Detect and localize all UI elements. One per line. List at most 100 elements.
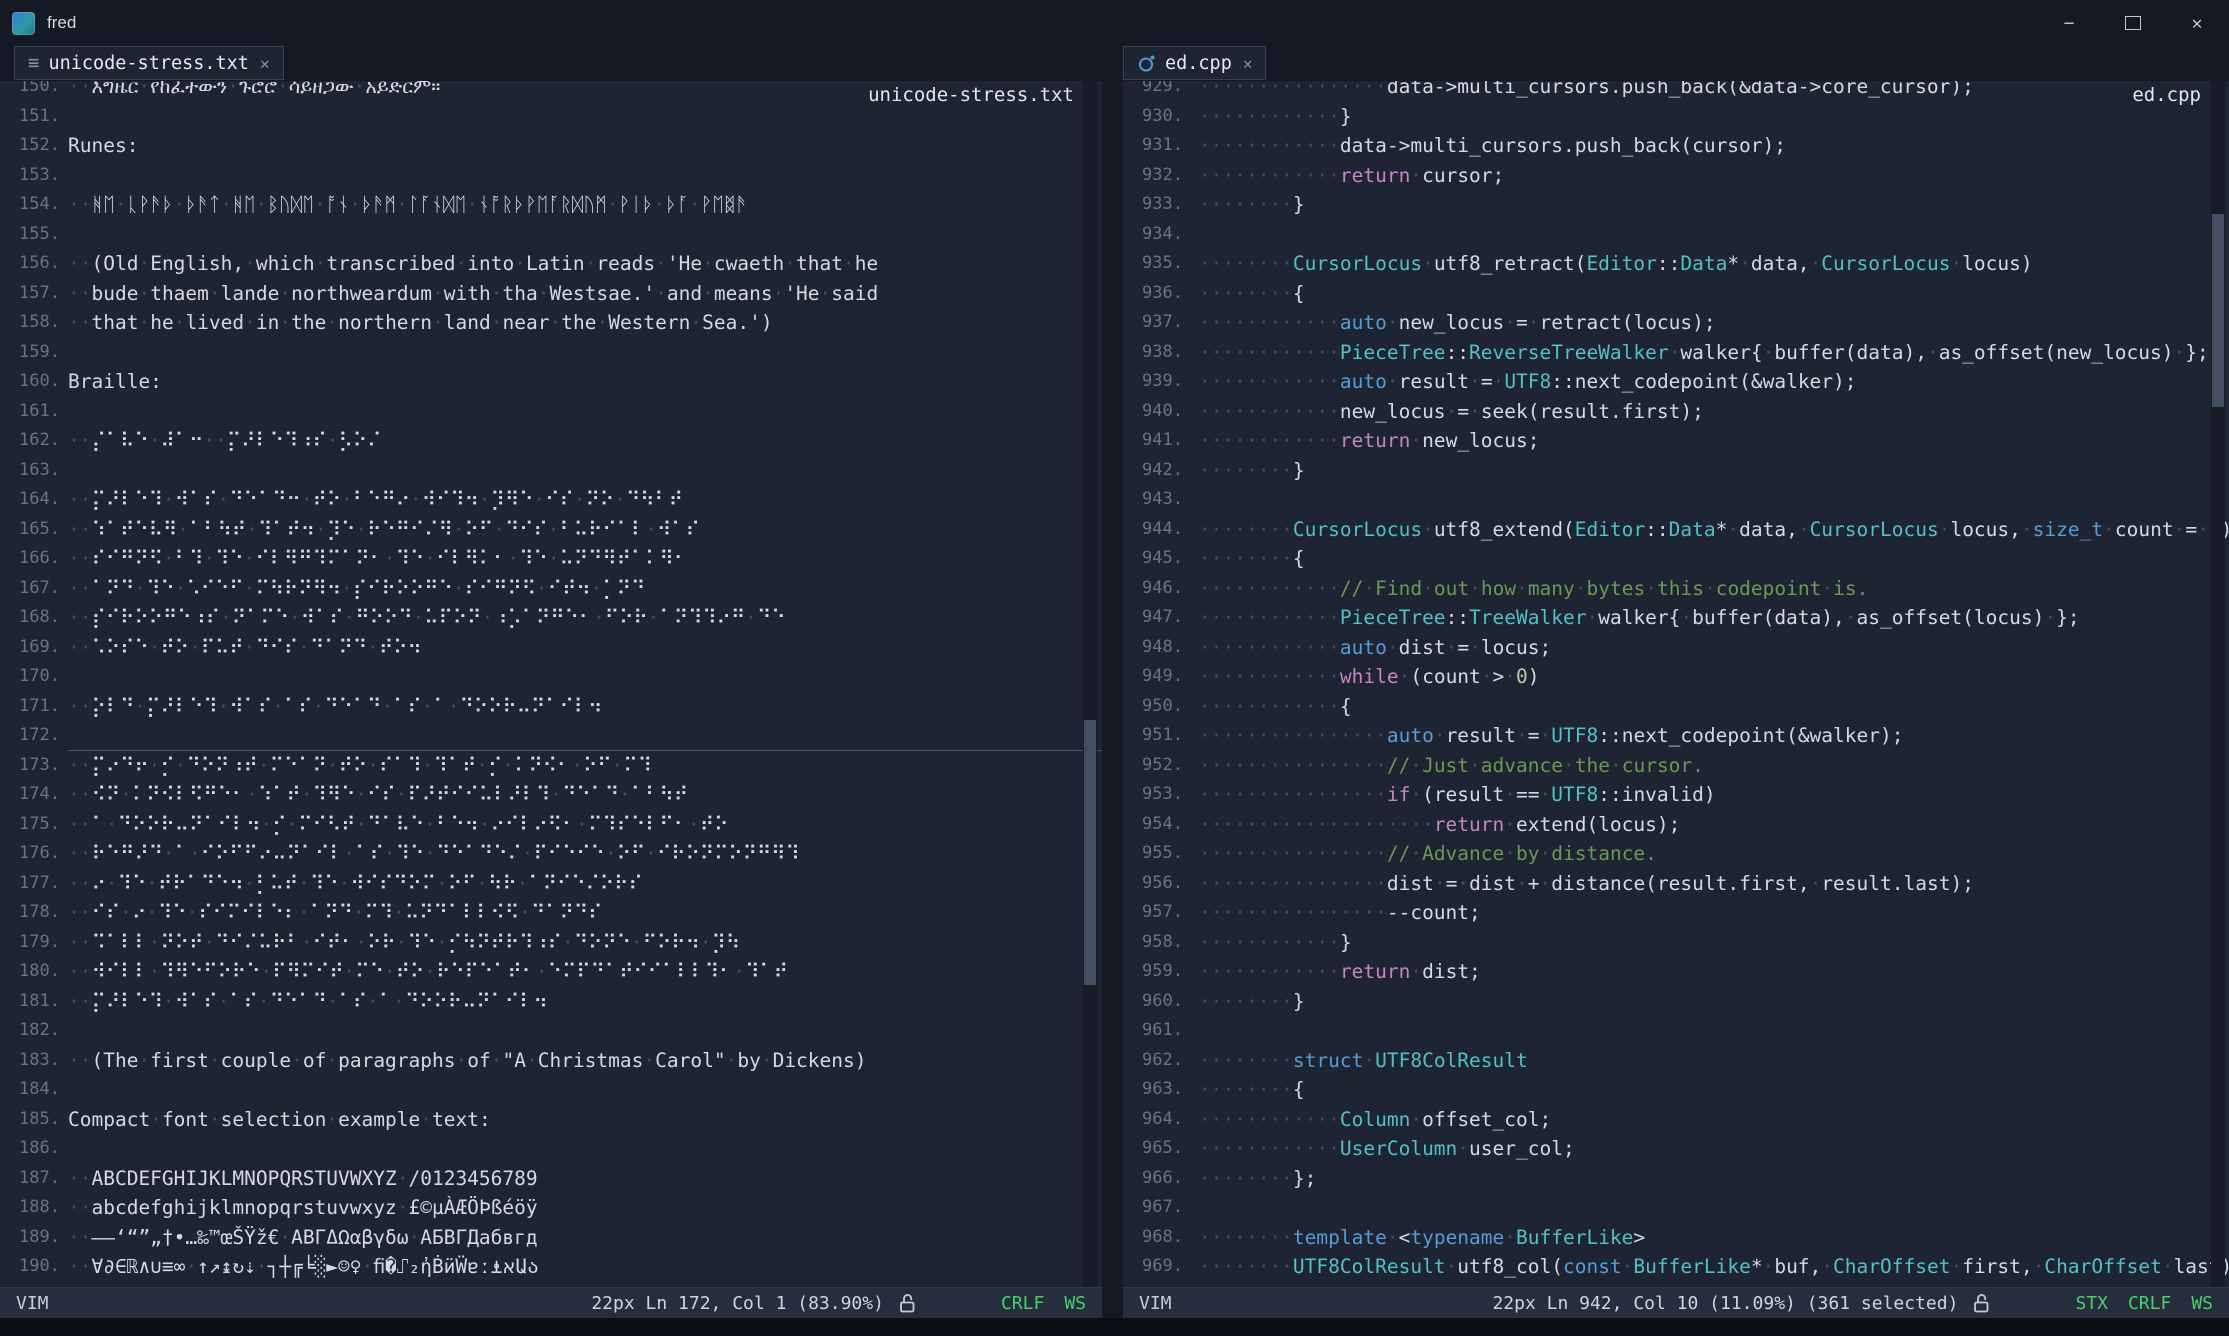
code-line[interactable]: 948.············auto·dist·=·locus; xyxy=(1123,633,2229,663)
left-editor-area[interactable]: 150.··እግዜር·የከፈተውን·ጉሮሮ·ሳይዘጋው·አይድርም።151.15… xyxy=(0,81,1102,1287)
right-scrollbar-thumb[interactable] xyxy=(2212,214,2224,407)
code-line[interactable]: 952.················//·Just·advance·the·… xyxy=(1123,751,2229,781)
code-line[interactable]: 169.··⠡⠕⠎⠑·⠞⠕·⠏⠥⠞·⠙⠊⠎·⠙⠁⠝⠙·⠞⠕⠲ xyxy=(0,633,1102,663)
code-line[interactable]: 941.············return·new_locus; xyxy=(1123,426,2229,456)
code-line[interactable]: 964.············Column·offset_col; xyxy=(1123,1105,2229,1135)
code-line[interactable]: 953.················if·(result·==·UTF8::… xyxy=(1123,780,2229,810)
maximize-button[interactable] xyxy=(2101,0,2165,46)
code-line[interactable]: 966.········}; xyxy=(1123,1164,2229,1194)
code-line[interactable]: 950.············{ xyxy=(1123,692,2229,722)
tab-ed-cpp[interactable]: ed.cpp ✕ xyxy=(1123,46,1266,80)
right-editor-area[interactable]: 929.················data->multi_cursors.… xyxy=(1123,81,2229,1287)
code-line[interactable]: 154.··ᚻᛖ·ᚳᚹᚫᚦ·ᚦᚫᛏ·ᚻᛖ·ᛒᚢᛞᛖ·ᚩᚾ·ᚦᚫᛗ·ᛚᚪᚾᛞᛖ·ᚾ… xyxy=(0,190,1102,220)
minimize-button[interactable]: − xyxy=(2037,0,2101,46)
code-line[interactable]: 160.Braille: xyxy=(0,367,1102,397)
code-line[interactable]: 155. xyxy=(0,220,1102,250)
code-line[interactable]: 187.··ABCDEFGHIJKLMNOPQRSTUVWXYZ·/012345… xyxy=(0,1164,1102,1194)
unlocked-icon[interactable] xyxy=(898,1293,917,1314)
code-line[interactable]: 157.··bude·thaem·lande·northweardum·with… xyxy=(0,279,1102,309)
code-line[interactable]: 166.··⠎⠊⠛⠝⠫·⠃⠹·⠹⠑·⠊⠇⠻⠛⠹⠍⠁⠝⠂·⠹⠑·⠊⠇⠻⠅⠂·⠹⠑·… xyxy=(0,544,1102,574)
code-line[interactable]: 164.··⡍⠜⠇⠑⠹·⠺⠁⠎·⠙⠑⠁⠙⠒·⠞⠕·⠃⠑⠛⠔·⠺⠊⠹⠲·⡹⠻⠑·⠊… xyxy=(0,485,1102,515)
code-line[interactable]: 153. xyxy=(0,161,1102,191)
code-line[interactable]: 930.············} xyxy=(1123,102,2229,132)
code-line[interactable]: 189.··–—‘“”„†•…‰™œŠŸž€·ΑΒΓΔΩαβγδω·АБВГДа… xyxy=(0,1223,1102,1253)
code-line[interactable]: 183.··(The·first·couple·of·paragraphs·of… xyxy=(0,1046,1102,1076)
code-line[interactable]: 931.············data->multi_cursors.push… xyxy=(1123,131,2229,161)
code-line[interactable]: 943. xyxy=(1123,485,2229,515)
code-line[interactable]: 945.········{ xyxy=(1123,544,2229,574)
code-line[interactable]: 949.············while·(count·>·0) xyxy=(1123,662,2229,692)
code-line[interactable]: 929.················data->multi_cursors.… xyxy=(1123,81,2229,102)
code-line[interactable]: 175.··⠁·⠙⠕⠕⠗⠤⠝⠁⠊⠇⠲·⡊·⠍⠊⠣⠞·⠙⠁⠧⠑·⠃⠑⠲·⠔⠊⠇⠔⠫… xyxy=(0,810,1102,840)
close-button[interactable]: ✕ xyxy=(2165,0,2229,46)
code-line[interactable]: 186. xyxy=(0,1134,1102,1164)
code-line[interactable]: 937.············auto·new_locus·=·retract… xyxy=(1123,308,2229,338)
code-line[interactable]: 188.··abcdefghijklmnopqrstuvwxyz·£©µÀÆÖÞ… xyxy=(0,1193,1102,1223)
code-line[interactable]: 958.············} xyxy=(1123,928,2229,958)
code-line[interactable]: 965.············UserColumn·user_col; xyxy=(1123,1134,2229,1164)
code-line[interactable]: 954.····················return·extend(lo… xyxy=(1123,810,2229,840)
code-line[interactable]: 940.············new_locus·=·seek(result.… xyxy=(1123,397,2229,427)
code-line[interactable]: 936.········{ xyxy=(1123,279,2229,309)
code-line[interactable]: 181.··⡍⠜⠇⠑⠹·⠺⠁⠎·⠁⠎·⠙⠑⠁⠙·⠁⠎·⠁·⠙⠕⠕⠗⠤⠝⠁⠊⠇⠲ xyxy=(0,987,1102,1017)
code-line[interactable]: 944.········CursorLocus·utf8_extend(Edit… xyxy=(1123,515,2229,545)
code-line[interactable]: 957.················--count; xyxy=(1123,898,2229,928)
code-line[interactable]: 161. xyxy=(0,397,1102,427)
left-scrollbar-thumb[interactable] xyxy=(1084,720,1096,985)
code-line[interactable]: 934. xyxy=(1123,220,2229,250)
code-line[interactable]: 955.················//·Advance·by·distan… xyxy=(1123,839,2229,869)
code-line[interactable]: 178.··⠊⠎·⠔·⠹⠑·⠎⠊⠍⠊⠇⠑⠆·⠁⠝⠙·⠍⠹·⠥⠝⠙⠁⠇⠇⠪⠫·⠙⠁… xyxy=(0,898,1102,928)
code-line[interactable]: 156.··(Old·English,·which·transcribed·in… xyxy=(0,249,1102,279)
code-line[interactable]: 170. xyxy=(0,662,1102,692)
code-line[interactable]: 180.··⠺⠊⠇⠇·⠹⠻⠑⠋⠕⠗⠑·⠏⠻⠍⠊⠞·⠍⠑·⠞⠕·⠗⠑⠏⠑⠁⠞⠂·⠑… xyxy=(0,957,1102,987)
code-line[interactable]: 942.········} xyxy=(1123,456,2229,486)
code-line[interactable]: 165.··⠱⠁⠞⠑⠧⠻·⠁⠃⠳⠞·⠹⠁⠞⠲·⡹⠑·⠗⠑⠛⠊⠌⠻·⠕⠋·⠙⠊⠎·… xyxy=(0,515,1102,545)
line-text: ············//·Find·out·how·many·bytes·t… xyxy=(1199,574,2229,604)
code-line[interactable]: 967. xyxy=(1123,1193,2229,1223)
right-scrollbar[interactable] xyxy=(2211,81,2225,1287)
line-text xyxy=(1199,1193,2229,1223)
code-line[interactable]: 174.··⠪⠝·⠅⠝⠪⠇⠫⠛⠑⠂·⠱⠁⠞·⠹⠻⠑·⠊⠎·⠏⠜⠞⠊⠊⠥⠇⠜⠇⠹·… xyxy=(0,780,1102,810)
code-line[interactable]: 968.········template·<typename·BufferLik… xyxy=(1123,1223,2229,1253)
code-line[interactable]: 947.············PieceTree::TreeWalker·wa… xyxy=(1123,603,2229,633)
code-line[interactable]: 961. xyxy=(1123,1016,2229,1046)
code-line[interactable]: 163. xyxy=(0,456,1102,486)
left-scrollbar[interactable] xyxy=(1083,81,1097,1287)
code-line[interactable]: 935.········CursorLocus·utf8_retract(Edi… xyxy=(1123,249,2229,279)
code-line[interactable]: 182. xyxy=(0,1016,1102,1046)
code-line[interactable]: 171.··⡕⠇⠙·⡍⠜⠇⠑⠹·⠺⠁⠎·⠁⠎·⠙⠑⠁⠙·⠁⠎·⠁·⠙⠕⠕⠗⠤⠝⠁… xyxy=(0,692,1102,722)
code-line[interactable]: 167.··⠁⠝⠙·⠹⠑·⠡⠊⠑⠋·⠍⠳⠗⠝⠻⠲·⡎⠊⠗⠕⠕⠛⠑·⠎⠊⠛⠝⠫·⠊… xyxy=(0,574,1102,604)
code-line[interactable]: 158.··that·he·lived·in·the·northern·land… xyxy=(0,308,1102,338)
line-number: 967. xyxy=(1137,1193,1183,1223)
code-line[interactable]: 177.··⠔·⠹⠑·⠞⠗⠁⠙⠑⠲·⡃⠥⠞·⠹⠑·⠺⠊⠎⠙⠕⠍·⠕⠋·⠳⠗·⠁⠝… xyxy=(0,869,1102,899)
pane-divider[interactable] xyxy=(1102,81,1123,1318)
code-line[interactable]: 962.········struct·UTF8ColResult xyxy=(1123,1046,2229,1076)
code-line[interactable]: 939.············auto·result·=·UTF8::next… xyxy=(1123,367,2229,397)
code-line[interactable]: 168.··⡎⠊⠗⠕⠕⠛⠑⠰⠎·⠝⠁⠍⠑·⠺⠁⠎·⠛⠕⠕⠙·⠥⠏⠕⠝·⠰⡡⠁⠝⠛… xyxy=(0,603,1102,633)
code-line[interactable]: 951.················auto·result·=·UTF8::… xyxy=(1123,721,2229,751)
tab-close-icon[interactable]: ✕ xyxy=(260,54,270,73)
tab-close-icon[interactable]: ✕ xyxy=(1243,54,1253,73)
tab-unicode-stress[interactable]: ≡ unicode-stress.txt ✕ xyxy=(14,46,284,80)
code-line[interactable]: 176.··⠗⠑⠛⠜⠙·⠁·⠊⠕⠋⠋⠔⠤⠝⠁⠊⠇·⠁⠎·⠹⠑·⠙⠑⠁⠙⠑⠌·⠏⠊… xyxy=(0,839,1102,869)
code-line[interactable]: 932.············return·cursor; xyxy=(1123,161,2229,191)
code-line[interactable]: 933.········} xyxy=(1123,190,2229,220)
code-line[interactable]: 956.················dist·=·dist·+·distan… xyxy=(1123,869,2229,899)
code-line[interactable]: 963.········{ xyxy=(1123,1075,2229,1105)
code-line[interactable]: 960.········} xyxy=(1123,987,2229,1017)
code-line[interactable]: 946.············//·Find·out·how·many·byt… xyxy=(1123,574,2229,604)
code-line[interactable]: 185.Compact·font·selection·example·text: xyxy=(0,1105,1102,1135)
code-line[interactable]: 938.············PieceTree::ReverseTreeWa… xyxy=(1123,338,2229,368)
code-line[interactable]: 184. xyxy=(0,1075,1102,1105)
unlocked-icon[interactable] xyxy=(1972,1293,1991,1314)
code-line[interactable]: 162.··⡌⠁⠧⠑·⠼⠁⠒··⡍⠜⠇⠑⠹⠰⠎·⡣⠕⠌ xyxy=(0,426,1102,456)
code-line[interactable]: 159. xyxy=(0,338,1102,368)
code-line[interactable]: 179.··⠩⠁⠇⠇·⠝⠕⠞·⠙⠊⠌⠥⠗⠃·⠊⠞⠂·⠕⠗·⠹⠑·⡊⠳⠝⠞⠗⠹⠰⠎… xyxy=(0,928,1102,958)
line-text: ········} xyxy=(1199,190,2229,220)
code-line[interactable]: 969.········UTF8ColResult·utf8_col(const… xyxy=(1123,1252,2229,1282)
code-line[interactable]: 152.Runes: xyxy=(0,131,1102,161)
code-line[interactable]: 173.··⡍⠔⠙⠖·⡊·⠙⠕⠝⠰⠞·⠍⠑⠁⠝·⠞⠕·⠎⠁⠹·⠹⠁⠞·⡊·⠅⠝⠪… xyxy=(0,751,1102,781)
code-line[interactable]: 959.············return·dist; xyxy=(1123,957,2229,987)
code-line[interactable]: 172. xyxy=(0,721,1102,751)
code-line[interactable]: 190.··∀∂∈ℝ∧∪≡∞·↑↗↨↻⇣·┐┼╔╘░►☺♀·ﬁ�⑀₂ἠḂӥẄɐː… xyxy=(0,1252,1102,1282)
